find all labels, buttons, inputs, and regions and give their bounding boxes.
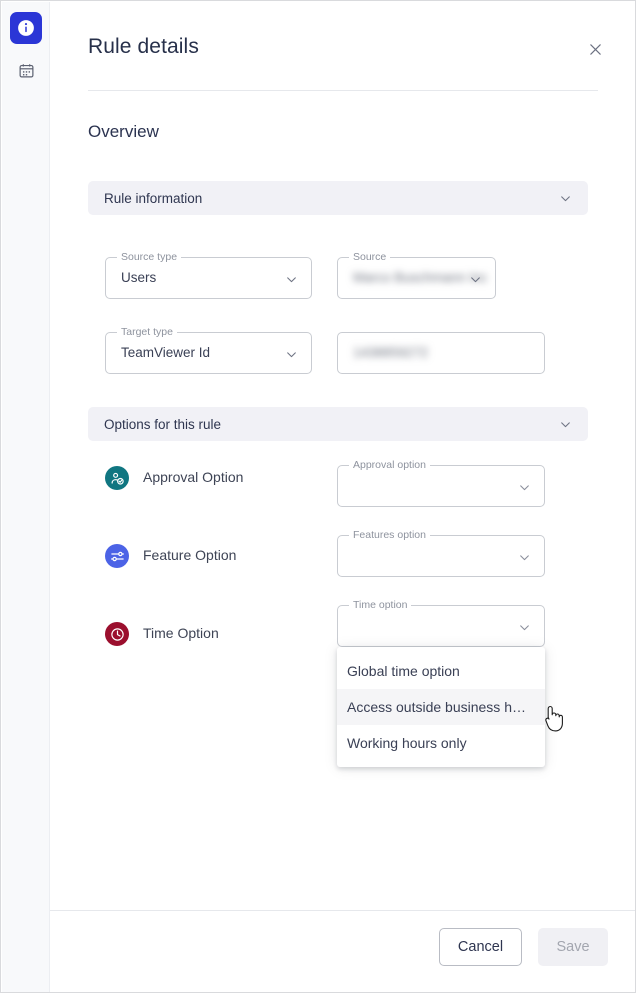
- approval-option-label: Approval option: [349, 459, 430, 471]
- target-type-label: Target type: [117, 326, 177, 338]
- chevron-down-icon: [285, 348, 298, 361]
- page-title: Rule details: [88, 35, 199, 58]
- rail-item-info[interactable]: [10, 12, 42, 44]
- chevron-down-icon: [559, 418, 572, 431]
- close-icon[interactable]: [582, 36, 608, 62]
- time-option-dropdown-menu: Global time option Access outside busine…: [337, 647, 545, 767]
- app-window: Rule details Overview Rule information S…: [0, 0, 636, 993]
- chevron-down-icon: [285, 273, 298, 286]
- features-option-select[interactable]: Features option: [337, 529, 545, 577]
- target-type-select[interactable]: Target type TeamViewer Id: [105, 326, 312, 374]
- tune-sliders-icon: [105, 544, 129, 568]
- section-label: Options for this rule: [104, 416, 222, 432]
- section-header-rule-information[interactable]: Rule information: [88, 181, 588, 215]
- left-rail: [2, 2, 50, 992]
- save-button[interactable]: Save: [538, 928, 608, 966]
- overview-heading: Overview: [88, 122, 159, 141]
- section-header-options-for-this-rule[interactable]: Options for this rule: [88, 407, 588, 441]
- approval-person-check-icon: [105, 466, 129, 490]
- approval-option-select[interactable]: Approval option: [337, 459, 545, 507]
- rail-item-calendar[interactable]: [10, 54, 42, 86]
- features-option-label: Features option: [349, 529, 430, 541]
- target-id-input[interactable]: 1438859272: [337, 332, 545, 374]
- menu-item-global-time-option[interactable]: Global time option: [337, 653, 545, 689]
- source-type-label: Source type: [117, 251, 182, 263]
- menu-item-access-outside-business-hours[interactable]: Access outside business h…: [337, 689, 545, 725]
- clock-icon: [105, 622, 129, 646]
- source-type-select[interactable]: Source type Users: [105, 251, 312, 299]
- chevron-down-icon: [469, 273, 482, 286]
- menu-item-working-hours-only[interactable]: Working hours only: [337, 725, 545, 761]
- cancel-button[interactable]: Cancel: [439, 928, 522, 966]
- section-label: Rule information: [104, 190, 203, 206]
- target-type-value: TeamViewer Id: [121, 345, 211, 360]
- menu-item-label: Global time option: [347, 663, 460, 679]
- option-label: Approval Option: [143, 469, 244, 485]
- info-icon: [17, 19, 35, 37]
- menu-item-label: Working hours only: [347, 735, 467, 751]
- footer-divider: [50, 910, 635, 911]
- mouse-cursor-pointer: [542, 704, 564, 734]
- time-option-label: Time option: [349, 599, 412, 611]
- chevron-down-icon: [518, 621, 531, 634]
- rule-details-dialog: Rule details Overview Rule information S…: [50, 2, 635, 992]
- option-label: Time Option: [143, 625, 219, 641]
- source-select[interactable]: Source Marco Buschmann Inc: [337, 251, 496, 299]
- chevron-down-icon: [518, 481, 531, 494]
- source-value-redacted: Marco Buschmann Inc: [353, 270, 488, 285]
- option-label: Feature Option: [143, 547, 237, 563]
- header-divider: [88, 90, 598, 91]
- calendar-icon: [18, 62, 35, 79]
- target-id-value-redacted: 1438859272: [353, 345, 429, 360]
- menu-item-label: Access outside business h…: [347, 699, 526, 715]
- chevron-down-icon: [518, 551, 531, 564]
- source-label: Source: [349, 251, 391, 263]
- time-option-select[interactable]: Time option: [337, 599, 545, 647]
- source-type-value: Users: [121, 270, 157, 285]
- chevron-down-icon: [559, 192, 572, 205]
